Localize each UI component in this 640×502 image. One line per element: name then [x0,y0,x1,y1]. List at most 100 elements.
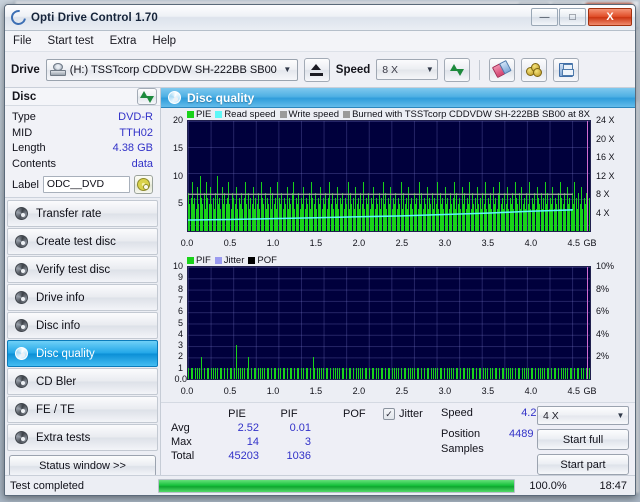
menu-item-extra[interactable]: Extra [110,35,137,47]
pie-chart: PIE Read speed Write speed Burned with T… [161,108,635,254]
bar [230,367,232,379]
position-key: Position [441,428,481,440]
disc-label-button[interactable] [134,175,153,194]
refresh-button[interactable] [444,57,471,82]
minimize-button[interactable]: — [531,8,558,26]
sidebar-item-fe-te[interactable]: FE / TE [7,396,158,423]
drive-select[interactable]: (H:) TSSTcorp CDDVDW SH-222BB SB00 ▼ [45,58,298,81]
sidebar-item-label: CD Bler [36,375,77,388]
content-header: Disc quality [161,88,635,108]
jitter-checkbox[interactable]: ✓ [383,408,395,420]
status-window-button[interactable]: Status window >> [9,455,156,477]
bar [457,367,459,379]
bar [362,367,364,379]
bar [571,367,573,379]
start-full-button[interactable]: Start full [537,429,629,450]
sidebar-item-create-test-disc[interactable]: Create test disc [7,228,158,255]
speed-select[interactable]: 8 X ▼ [376,59,439,80]
bar [375,367,377,379]
axis-tick: 1.0 [266,386,280,396]
bar [469,367,471,379]
eject-button[interactable] [303,57,330,82]
bar [300,367,302,379]
bar [414,367,416,379]
bar [434,367,436,379]
legend-item-burn-info: Burned with TSSTcorp CDDVDW SH-222BB SB0… [343,109,590,120]
menu-item-start-test[interactable]: Start test [48,35,94,47]
disc-panel-header: Disc [5,88,160,106]
column-header-pof: POF [343,408,366,420]
bar [359,367,361,379]
axis-tick: 3.0 [438,238,452,248]
bar [327,367,329,379]
disc-refresh-button[interactable] [137,88,157,105]
bar [580,367,582,379]
bar [293,367,295,379]
bar [427,367,429,379]
disc-label-input[interactable]: ODC__DVD [42,176,130,193]
bar [492,367,494,379]
bar [401,367,403,379]
disc-panel-title: Disc [12,90,37,103]
start-part-button[interactable]: Start part [537,454,629,475]
bar [460,367,462,379]
menu-item-help[interactable]: Help [152,35,176,47]
axis-tick: 5 [177,317,183,328]
test-speed-select[interactable]: 4 X ▼ [537,406,629,425]
sidebar-item-cd-bler[interactable]: CD Bler [7,368,158,395]
axis-tick: 8 X [596,189,610,199]
bar [573,367,575,379]
bar [244,367,246,379]
bar [537,367,539,379]
sidebar-item-disc-quality[interactable]: Disc quality [7,340,158,367]
bar [277,367,279,379]
speed-label: Speed [335,63,371,76]
menubar: File Start test Extra Help [5,31,635,52]
floppy-disk-icon [559,62,575,77]
bar [555,367,557,379]
sidebar-item-transfer-rate[interactable]: Transfer rate [7,200,158,227]
disc-contents-label: Contents [12,157,57,170]
disc-label-label: Label [12,178,39,191]
sidebar-item-extra-tests[interactable]: Extra tests [7,424,158,451]
erase-button[interactable] [489,57,516,82]
disc-contents-value: data [131,157,153,170]
sidebar-item-drive-info[interactable]: Drive info [7,284,158,311]
maximize-button[interactable]: □ [559,8,586,26]
bitsetting-button[interactable] [521,57,548,82]
avg-pif-value: 0.01 [289,422,311,434]
speed-select-value: 8 X [382,63,399,76]
pie-x-axis: 0.0 0.5 1.0 1.5 2.0 2.5 3.0 3.5 4.0 4.5 GB [181,238,597,250]
speed-key: Speed [441,407,473,419]
sidebar-item-verify-test-disc[interactable]: Verify test disc [7,256,158,283]
axis-tick: 4 [177,328,183,339]
save-button[interactable] [553,57,580,82]
bar [192,367,194,379]
axis-tick: 5 [177,198,183,209]
bar [241,367,243,379]
bar [384,367,386,379]
bar [535,367,537,379]
bar [332,367,334,379]
bar [198,367,200,379]
bar [366,367,368,379]
bar [350,367,352,379]
jitter-checkbox-group[interactable]: ✓ Jitter [383,408,423,420]
sidebar-item-disc-info[interactable]: Disc info [7,312,158,339]
axis-tick: 6 [177,306,183,317]
bar [368,367,370,379]
disc-length-value: 4.38 GB [112,142,153,154]
chevron-down-icon: ▼ [616,411,625,420]
axis-tick: 4.5 [567,386,581,396]
disc-icon [15,207,28,220]
menu-item-file[interactable]: File [13,35,32,47]
table-row: Avg 2.52 0.01 [167,421,315,435]
bar [541,367,543,379]
legend-label: Jitter [223,255,245,266]
bar [567,367,569,379]
bar [275,367,277,379]
legend-item-pif: PIF [187,255,211,266]
bar [532,367,534,379]
bar [307,367,309,379]
close-button[interactable]: X [588,8,632,26]
